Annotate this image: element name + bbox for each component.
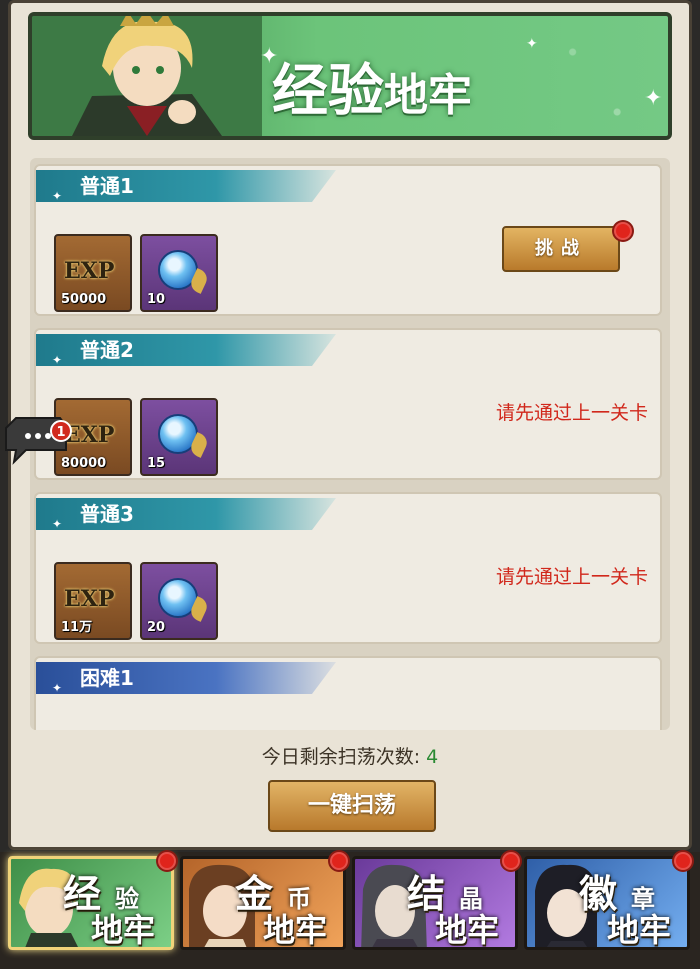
dungeon-tab-bar: 经 验 地牢 金 币 地牢 结 晶 地牢 徽 章 地牢 [0, 852, 700, 969]
reward-qty: 15 [147, 456, 166, 471]
locked-message: 请先通过上一关卡 [495, 402, 648, 424]
locked-message: 请先通过上一关卡 [495, 566, 648, 588]
challenge-button[interactable]: 挑战 [502, 226, 620, 272]
notification-dot [158, 852, 176, 870]
reward-qty: 11万 [61, 620, 93, 635]
orb-reward[interactable]: 15 [140, 398, 218, 476]
tab-gold-dungeon[interactable]: 金 币 地牢 [180, 856, 346, 950]
exp-label: EXP [64, 258, 115, 284]
stage-card: ✦ 普通2 EXP 80000 15 请先通过上一关卡 [34, 328, 662, 480]
sparkle-icon: ✦ [644, 86, 663, 111]
sparkle-icon: ✦ [526, 36, 538, 52]
stage-card: ✦ 困难1 [34, 656, 662, 730]
notification-dot [330, 852, 348, 870]
stage-card: ✦ 普通3 EXP 11万 20 请先通过上一关卡 [34, 492, 662, 644]
sparkle-icon: ✦ [52, 681, 63, 695]
orb-reward[interactable]: 10 [140, 234, 218, 312]
title-sub: 地牢 [384, 70, 472, 121]
one-click-sweep-button[interactable]: 一键扫荡 [268, 780, 436, 832]
notification-dot [614, 222, 632, 240]
stage-name: 普通3 [80, 502, 134, 526]
tab-exp-dungeon[interactable]: 经 验 地牢 [8, 856, 174, 950]
title-char-1: 经 [272, 58, 328, 124]
stage-name: 普通2 [80, 338, 134, 362]
stage-list[interactable]: ✦ 普通1 EXP 50000 10 挑战 ✦ 普通2 EXP 80000 15 [30, 158, 670, 730]
tab-sub: 地牢 [607, 911, 672, 949]
stage-name: 困难1 [80, 666, 134, 690]
sweep-remaining: 今日剩余扫荡次数: 4 [0, 742, 700, 769]
sparkle-icon: ✦ [52, 517, 63, 531]
prince-portrait [32, 16, 262, 136]
stage-name: 普通1 [80, 174, 134, 198]
sparkle-icon: ✦ [260, 44, 279, 69]
chat-unread-badge: 1 [50, 420, 72, 442]
stage-card: ✦ 普通1 EXP 50000 10 挑战 [34, 164, 662, 316]
notification-dot [502, 852, 520, 870]
notification-dot [674, 852, 692, 870]
tab-badge-dungeon[interactable]: 徽 章 地牢 [524, 856, 690, 950]
sparkle-icon: ✦ [52, 189, 63, 203]
stage-tab: ✦ 普通3 [36, 498, 336, 530]
stage-tab: ✦ 困难1 [36, 662, 336, 694]
exp-reward[interactable]: EXP 11万 [54, 562, 132, 640]
reward-qty: 20 [147, 620, 166, 635]
exp-reward[interactable]: EXP 50000 [54, 234, 132, 312]
tab-sub: 地牢 [263, 911, 328, 949]
stage-tab: ✦ 普通1 [36, 170, 336, 202]
sweep-remaining-count: 4 [426, 746, 439, 768]
stage-tab: ✦ 普通2 [36, 334, 336, 366]
title-char-2: 验 [328, 58, 384, 124]
header-banner: 经 验 地牢 ✦ ✦ ✦ [28, 12, 672, 140]
reward-qty: 10 [147, 292, 166, 307]
sweep-remaining-label: 今日剩余扫荡次数: [261, 746, 421, 768]
tab-sub: 地牢 [435, 911, 500, 949]
sparkle-icon: ✦ [52, 353, 63, 367]
tab-sub: 地牢 [91, 911, 156, 949]
exp-label: EXP [64, 586, 115, 612]
orb-reward[interactable]: 20 [140, 562, 218, 640]
page-title: 经 验 地牢 [272, 46, 472, 127]
tab-crystal-dungeon[interactable]: 结 晶 地牢 [352, 856, 518, 950]
reward-qty: 50000 [61, 292, 107, 307]
